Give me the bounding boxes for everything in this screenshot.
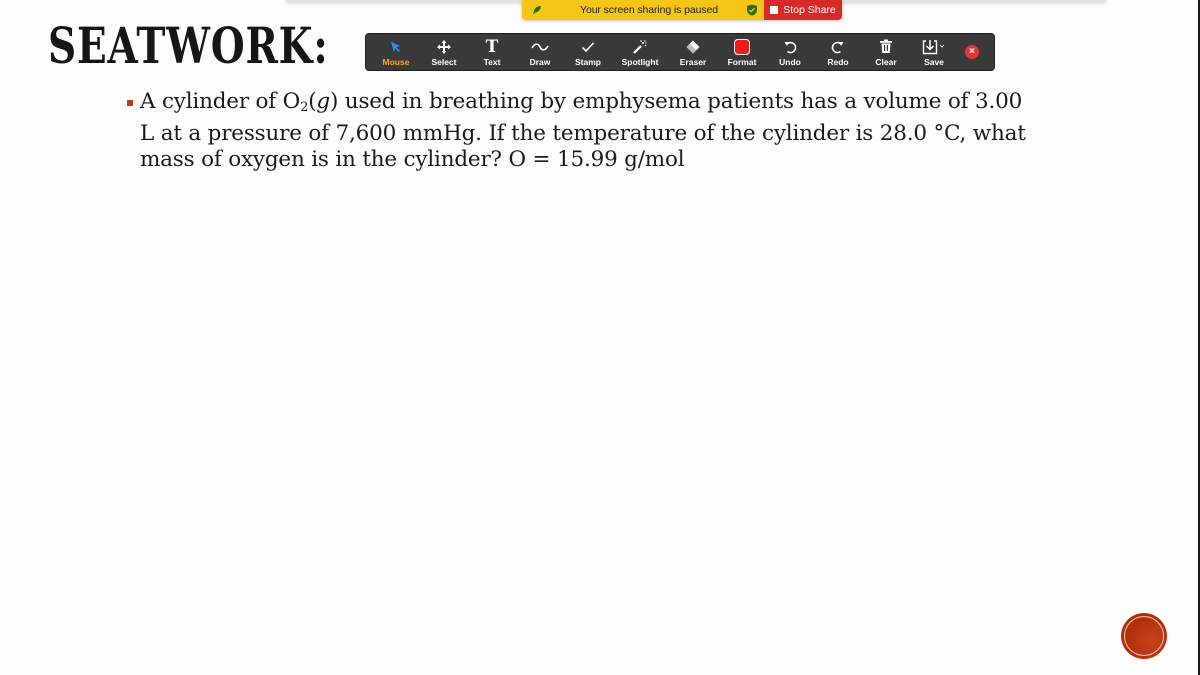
tool-label: Format xyxy=(727,56,757,67)
tool-text[interactable]: T Text xyxy=(468,34,516,70)
tool-label: Undo xyxy=(779,56,801,67)
tool-label: Stamp xyxy=(575,56,601,67)
text-t-icon: T xyxy=(485,36,499,57)
tool-mouse[interactable]: Mouse xyxy=(372,34,420,70)
tool-redo[interactable]: Redo xyxy=(814,34,862,70)
slide-title: SEATWORK: xyxy=(48,16,329,75)
tool-eraser[interactable]: Eraser xyxy=(668,34,718,70)
presentation-slide: Your screen sharing is paused Stop Share… xyxy=(0,0,1200,675)
tool-draw[interactable]: Draw xyxy=(516,34,564,70)
squiggle-icon xyxy=(531,38,549,56)
decorative-circle xyxy=(1121,613,1167,659)
security-shield-icon[interactable] xyxy=(746,4,758,16)
close-icon: × xyxy=(965,45,979,59)
move-arrows-icon xyxy=(436,38,452,56)
subscript: 2 xyxy=(300,100,309,115)
redo-icon xyxy=(831,38,845,56)
checkmark-icon xyxy=(581,38,595,56)
leaf-icon xyxy=(532,5,552,15)
share-status-text: Your screen sharing is paused xyxy=(580,4,718,16)
eraser-icon xyxy=(685,38,701,56)
question-line-2: L at a pressure of 7,600 mmHg. If the te… xyxy=(140,121,1026,146)
magic-wand-icon xyxy=(632,38,648,56)
tool-label: Eraser xyxy=(679,56,707,67)
share-status-bar: Your screen sharing is paused xyxy=(522,0,764,20)
tool-label: Draw xyxy=(529,56,551,67)
tool-label: Mouse xyxy=(382,56,410,67)
screen-share-banner: Your screen sharing is paused Stop Share xyxy=(522,0,842,20)
annotation-toolbar: Mouse Select T Text Draw Stamp Spotlight… xyxy=(365,33,995,71)
tool-label: Save xyxy=(924,56,944,67)
undo-icon xyxy=(783,38,797,56)
tool-label: Redo xyxy=(827,56,849,67)
tool-undo[interactable]: Undo xyxy=(766,34,814,70)
tool-label: Text xyxy=(483,56,501,67)
italic-state: g xyxy=(316,89,330,114)
tool-spotlight[interactable]: Spotlight xyxy=(612,34,668,70)
stop-square-icon xyxy=(770,6,779,14)
trash-icon xyxy=(879,38,893,56)
stop-share-label: Stop Share xyxy=(783,4,836,16)
question-block: A cylinder of O2(g) used in breathing by… xyxy=(120,89,1100,173)
tool-stamp[interactable]: Stamp xyxy=(564,34,612,70)
bullet-marker xyxy=(127,100,133,106)
cursor-arrow-icon xyxy=(389,38,403,56)
question-text-segment: A cylinder of O xyxy=(140,89,301,114)
question-text-segment: ) used in breathing by emphysema patient… xyxy=(329,89,1023,114)
close-annotation-button[interactable]: × xyxy=(958,34,986,70)
tool-format[interactable]: Format xyxy=(718,34,766,70)
color-swatch-icon xyxy=(734,38,750,56)
tool-label: Select xyxy=(431,56,457,67)
tool-label: Spotlight xyxy=(621,56,659,67)
question-line-1: A cylinder of O2(g) used in breathing by… xyxy=(140,89,1100,121)
save-download-icon xyxy=(922,38,946,56)
tool-clear[interactable]: Clear xyxy=(862,34,910,70)
stop-share-button[interactable]: Stop Share xyxy=(764,0,842,20)
question-text: A cylinder of O2(g) used in breathing by… xyxy=(140,89,1100,173)
tool-label: Clear xyxy=(875,56,897,67)
tool-save[interactable]: Save xyxy=(910,34,958,70)
tool-select[interactable]: Select xyxy=(420,34,468,70)
question-line-3: mass of oxygen is in the cylinder? O = 1… xyxy=(140,147,685,172)
